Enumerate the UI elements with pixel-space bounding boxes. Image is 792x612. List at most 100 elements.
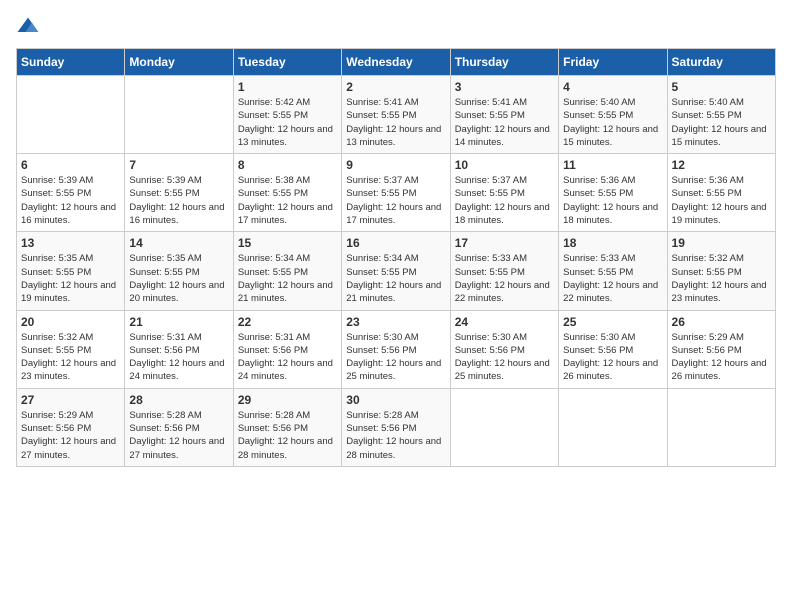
day-cell xyxy=(667,388,775,466)
day-cell: 22 Sunrise: 5:31 AMSunset: 5:56 PMDayligh… xyxy=(233,310,341,388)
day-cell: 21 Sunrise: 5:31 AMSunset: 5:56 PMDayligh… xyxy=(125,310,233,388)
day-cell: 28 Sunrise: 5:28 AMSunset: 5:56 PMDayligh… xyxy=(125,388,233,466)
day-info: Sunrise: 5:40 AMSunset: 5:55 PMDaylight:… xyxy=(563,96,662,149)
weekday-header-row: SundayMondayTuesdayWednesdayThursdayFrid… xyxy=(17,49,776,76)
day-number: 23 xyxy=(346,315,445,329)
day-cell: 1 Sunrise: 5:42 AMSunset: 5:55 PMDaylight… xyxy=(233,76,341,154)
weekday-wednesday: Wednesday xyxy=(342,49,450,76)
day-info: Sunrise: 5:41 AMSunset: 5:55 PMDaylight:… xyxy=(455,96,554,149)
week-row-1: 1 Sunrise: 5:42 AMSunset: 5:55 PMDaylight… xyxy=(17,76,776,154)
day-number: 22 xyxy=(238,315,337,329)
day-number: 11 xyxy=(563,158,662,172)
day-info: Sunrise: 5:34 AMSunset: 5:55 PMDaylight:… xyxy=(346,252,445,305)
day-cell: 27 Sunrise: 5:29 AMSunset: 5:56 PMDayligh… xyxy=(17,388,125,466)
day-info: Sunrise: 5:35 AMSunset: 5:55 PMDaylight:… xyxy=(129,252,228,305)
day-cell: 23 Sunrise: 5:30 AMSunset: 5:56 PMDayligh… xyxy=(342,310,450,388)
day-cell: 2 Sunrise: 5:41 AMSunset: 5:55 PMDaylight… xyxy=(342,76,450,154)
day-cell: 24 Sunrise: 5:30 AMSunset: 5:56 PMDayligh… xyxy=(450,310,558,388)
day-cell: 16 Sunrise: 5:34 AMSunset: 5:55 PMDayligh… xyxy=(342,232,450,310)
day-number: 18 xyxy=(563,236,662,250)
day-cell: 3 Sunrise: 5:41 AMSunset: 5:55 PMDaylight… xyxy=(450,76,558,154)
day-info: Sunrise: 5:41 AMSunset: 5:55 PMDaylight:… xyxy=(346,96,445,149)
weekday-sunday: Sunday xyxy=(17,49,125,76)
day-cell: 7 Sunrise: 5:39 AMSunset: 5:55 PMDaylight… xyxy=(125,154,233,232)
day-info: Sunrise: 5:30 AMSunset: 5:56 PMDaylight:… xyxy=(346,331,445,384)
day-cell: 11 Sunrise: 5:36 AMSunset: 5:55 PMDayligh… xyxy=(559,154,667,232)
day-cell xyxy=(125,76,233,154)
logo-icon xyxy=(16,16,40,40)
day-cell xyxy=(17,76,125,154)
day-cell: 6 Sunrise: 5:39 AMSunset: 5:55 PMDaylight… xyxy=(17,154,125,232)
day-info: Sunrise: 5:35 AMSunset: 5:55 PMDaylight:… xyxy=(21,252,120,305)
day-number: 30 xyxy=(346,393,445,407)
day-cell: 30 Sunrise: 5:28 AMSunset: 5:56 PMDayligh… xyxy=(342,388,450,466)
day-cell: 13 Sunrise: 5:35 AMSunset: 5:55 PMDayligh… xyxy=(17,232,125,310)
day-cell: 18Sunrise: 5:33 AMSunset: 5:55 PMDayligh… xyxy=(559,232,667,310)
day-cell: 25 Sunrise: 5:30 AMSunset: 5:56 PMDayligh… xyxy=(559,310,667,388)
day-number: 29 xyxy=(238,393,337,407)
day-info: Sunrise: 5:32 AMSunset: 5:55 PMDaylight:… xyxy=(21,331,120,384)
day-cell: 20 Sunrise: 5:32 AMSunset: 5:55 PMDayligh… xyxy=(17,310,125,388)
day-info: Sunrise: 5:42 AMSunset: 5:55 PMDaylight:… xyxy=(238,96,337,149)
day-number: 5 xyxy=(672,80,771,94)
day-number: 6 xyxy=(21,158,120,172)
week-row-3: 13 Sunrise: 5:35 AMSunset: 5:55 PMDayligh… xyxy=(17,232,776,310)
day-info: Sunrise: 5:40 AMSunset: 5:55 PMDaylight:… xyxy=(672,96,771,149)
logo xyxy=(16,16,44,40)
calendar-body: 1 Sunrise: 5:42 AMSunset: 5:55 PMDaylight… xyxy=(17,76,776,467)
day-number: 12 xyxy=(672,158,771,172)
day-number: 25 xyxy=(563,315,662,329)
weekday-thursday: Thursday xyxy=(450,49,558,76)
day-cell xyxy=(450,388,558,466)
weekday-monday: Monday xyxy=(125,49,233,76)
day-number: 3 xyxy=(455,80,554,94)
day-info: Sunrise: 5:30 AMSunset: 5:56 PMDaylight:… xyxy=(455,331,554,384)
day-cell: 29 Sunrise: 5:28 AMSunset: 5:56 PMDayligh… xyxy=(233,388,341,466)
day-info: Sunrise: 5:32 AMSunset: 5:55 PMDaylight:… xyxy=(672,252,771,305)
day-number: 2 xyxy=(346,80,445,94)
day-info: Sunrise: 5:30 AMSunset: 5:56 PMDaylight:… xyxy=(563,331,662,384)
day-cell: 8 Sunrise: 5:38 AMSunset: 5:55 PMDaylight… xyxy=(233,154,341,232)
day-cell: 4 Sunrise: 5:40 AMSunset: 5:55 PMDaylight… xyxy=(559,76,667,154)
day-number: 13 xyxy=(21,236,120,250)
day-number: 19 xyxy=(672,236,771,250)
day-number: 28 xyxy=(129,393,228,407)
day-cell: 26Sunrise: 5:29 AMSunset: 5:56 PMDayligh… xyxy=(667,310,775,388)
day-number: 14 xyxy=(129,236,228,250)
day-number: 10 xyxy=(455,158,554,172)
week-row-2: 6 Sunrise: 5:39 AMSunset: 5:55 PMDaylight… xyxy=(17,154,776,232)
day-cell: 5 Sunrise: 5:40 AMSunset: 5:55 PMDaylight… xyxy=(667,76,775,154)
weekday-friday: Friday xyxy=(559,49,667,76)
day-info: Sunrise: 5:31 AMSunset: 5:56 PMDaylight:… xyxy=(238,331,337,384)
day-number: 8 xyxy=(238,158,337,172)
day-info: Sunrise: 5:39 AMSunset: 5:55 PMDaylight:… xyxy=(21,174,120,227)
day-number: 20 xyxy=(21,315,120,329)
day-number: 21 xyxy=(129,315,228,329)
day-number: 27 xyxy=(21,393,120,407)
day-info: Sunrise: 5:28 AMSunset: 5:56 PMDaylight:… xyxy=(346,409,445,462)
day-info: Sunrise: 5:29 AMSunset: 5:56 PMDaylight:… xyxy=(672,331,771,384)
day-info: Sunrise: 5:38 AMSunset: 5:55 PMDaylight:… xyxy=(238,174,337,227)
week-row-5: 27 Sunrise: 5:29 AMSunset: 5:56 PMDayligh… xyxy=(17,388,776,466)
week-row-4: 20 Sunrise: 5:32 AMSunset: 5:55 PMDayligh… xyxy=(17,310,776,388)
weekday-saturday: Saturday xyxy=(667,49,775,76)
header xyxy=(16,16,776,40)
day-cell: 14 Sunrise: 5:35 AMSunset: 5:55 PMDayligh… xyxy=(125,232,233,310)
calendar-table: SundayMondayTuesdayWednesdayThursdayFrid… xyxy=(16,48,776,467)
day-info: Sunrise: 5:33 AMSunset: 5:55 PMDaylight:… xyxy=(455,252,554,305)
day-info: Sunrise: 5:31 AMSunset: 5:56 PMDaylight:… xyxy=(129,331,228,384)
day-info: Sunrise: 5:36 AMSunset: 5:55 PMDaylight:… xyxy=(563,174,662,227)
day-number: 1 xyxy=(238,80,337,94)
day-number: 24 xyxy=(455,315,554,329)
day-info: Sunrise: 5:39 AMSunset: 5:55 PMDaylight:… xyxy=(129,174,228,227)
day-info: Sunrise: 5:28 AMSunset: 5:56 PMDaylight:… xyxy=(238,409,337,462)
day-cell: 19 Sunrise: 5:32 AMSunset: 5:55 PMDayligh… xyxy=(667,232,775,310)
day-number: 16 xyxy=(346,236,445,250)
day-number: 15 xyxy=(238,236,337,250)
day-info: Sunrise: 5:28 AMSunset: 5:56 PMDaylight:… xyxy=(129,409,228,462)
day-number: 4 xyxy=(563,80,662,94)
day-cell: 17Sunrise: 5:33 AMSunset: 5:55 PMDayligh… xyxy=(450,232,558,310)
day-number: 7 xyxy=(129,158,228,172)
day-info: Sunrise: 5:37 AMSunset: 5:55 PMDaylight:… xyxy=(455,174,554,227)
day-info: Sunrise: 5:29 AMSunset: 5:56 PMDaylight:… xyxy=(21,409,120,462)
